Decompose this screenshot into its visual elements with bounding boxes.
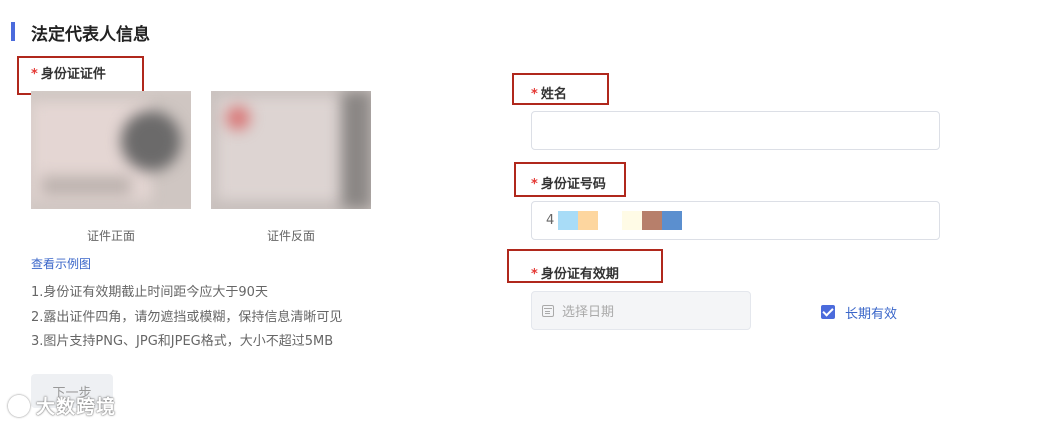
requirement-note: 3.图片支持PNG、JPG和JPEG格式，大小不超过5MB xyxy=(31,334,334,349)
name-label-text: 姓名 xyxy=(540,87,567,102)
redaction-block xyxy=(622,211,643,230)
section-accent-bar xyxy=(11,22,15,41)
id-number-label-text: 身份证号码 xyxy=(540,177,606,192)
required-marker: * xyxy=(531,267,538,282)
example-image-link[interactable]: 查看示例图 xyxy=(31,255,91,272)
name-label: * 姓名 xyxy=(531,83,567,102)
required-marker: * xyxy=(31,67,38,82)
required-marker: * xyxy=(531,87,538,102)
long-term-checkbox[interactable] xyxy=(821,305,835,319)
watermark-logo: 大数跨境 xyxy=(8,392,116,419)
redaction-block xyxy=(602,211,623,230)
name-input[interactable] xyxy=(531,111,940,150)
validity-label: * 身份证有效期 xyxy=(531,263,619,282)
id-document-label-text: 身份证证件 xyxy=(40,67,106,82)
date-picker-input[interactable]: 选择日期 xyxy=(531,291,751,330)
watermark-icon xyxy=(8,394,30,417)
id-document-label: * 身份证证件 xyxy=(31,63,106,82)
id-number-input[interactable]: 4 xyxy=(531,201,940,240)
redaction-block xyxy=(642,211,663,230)
id-number-value: 4 xyxy=(546,213,555,228)
redaction-block xyxy=(558,211,579,230)
section-title: 法定代表人信息 xyxy=(31,25,150,45)
required-marker: * xyxy=(531,177,538,192)
id-front-image[interactable] xyxy=(31,91,191,209)
id-number-label: * 身份证号码 xyxy=(531,173,606,192)
calendar-icon xyxy=(542,304,554,317)
id-back-image[interactable] xyxy=(211,91,371,209)
watermark-text: 大数跨境 xyxy=(36,396,117,418)
id-back-caption: 证件反面 xyxy=(266,229,315,243)
long-term-label[interactable]: 长期有效 xyxy=(845,303,897,322)
date-placeholder: 选择日期 xyxy=(562,305,615,320)
validity-label-text: 身份证有效期 xyxy=(540,267,619,282)
id-front-caption: 证件正面 xyxy=(86,229,135,243)
redaction-block xyxy=(662,211,683,230)
requirement-note: 1.身份证有效期截止时间距今应大于90天 xyxy=(31,285,268,300)
redaction-block xyxy=(578,211,599,230)
requirement-note: 2.露出证件四角，请勿遮挡或模糊，保持信息清晰可见 xyxy=(31,310,343,325)
